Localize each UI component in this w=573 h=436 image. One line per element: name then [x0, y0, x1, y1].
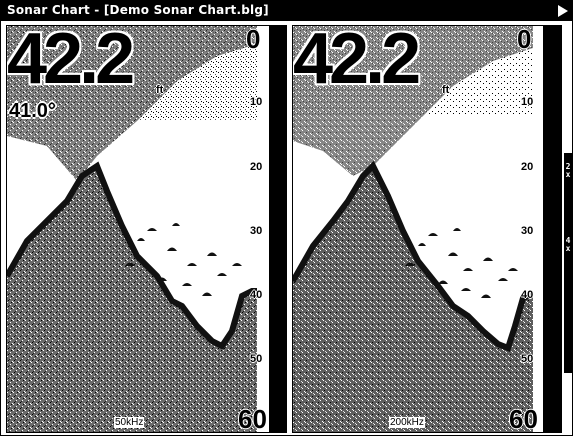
zoom-2x-label[interactable]: 2x: [564, 163, 572, 179]
depth-scale-bottom: 60: [509, 404, 538, 433]
sonar-panel-50khz[interactable]: 42.2 ft 41.0° 50kHz 0 10 20 30 40 50 60: [6, 25, 287, 433]
water-temperature: 41.0°: [9, 100, 56, 122]
depth-scale-mark: 10: [521, 96, 534, 108]
digital-depth-readout: 42.2: [7, 25, 135, 99]
depth-scale-mark: 40: [521, 289, 534, 301]
frequency-label: 50kHz: [114, 417, 145, 428]
depth-unit-label: ft: [442, 84, 450, 96]
depth-scale-mark: 30: [250, 225, 263, 237]
depth-scale-mark: 50: [250, 353, 263, 365]
zoom-4x-label[interactable]: 4x: [564, 237, 572, 253]
zoom-track[interactable]: [564, 153, 572, 373]
window-title: Sonar Chart - [Demo Sonar Chart.blg]: [7, 3, 269, 17]
depth-scale-bottom: 60: [238, 404, 267, 433]
depth-scale-top: 0: [517, 25, 532, 54]
depth-scale-mark: 50: [521, 353, 534, 365]
depth-scale-mark: 20: [521, 161, 534, 173]
depth-scale-mark: 40: [250, 289, 263, 301]
depth-scale-top: 0: [246, 25, 261, 54]
frequency-label: 200kHz: [389, 417, 425, 428]
depth-scale: 0 10 20 30 40 50 60: [509, 25, 543, 432]
depth-unit-label: ft: [156, 84, 164, 96]
sonar-panel-200khz[interactable]: 42.2 ft 200kHz 0 10 20 30 40 50 60: [292, 25, 562, 433]
depth-scale-mark: 20: [250, 161, 263, 173]
depth-scale-mark: 30: [521, 225, 534, 237]
sonar-chart-window: Sonar Chart - [Demo Sonar Chart.blg] 42.…: [0, 0, 573, 436]
digital-depth-readout: 42.2: [293, 25, 421, 99]
depth-scale: 0 10 20 30 40 50 60: [238, 25, 272, 432]
title-bar: Sonar Chart - [Demo Sonar Chart.blg]: [1, 1, 572, 21]
depth-scale-mark: 10: [250, 96, 263, 108]
zoom-bar[interactable]: 2x 4x: [564, 25, 572, 433]
play-arrow-icon[interactable]: [558, 5, 568, 17]
